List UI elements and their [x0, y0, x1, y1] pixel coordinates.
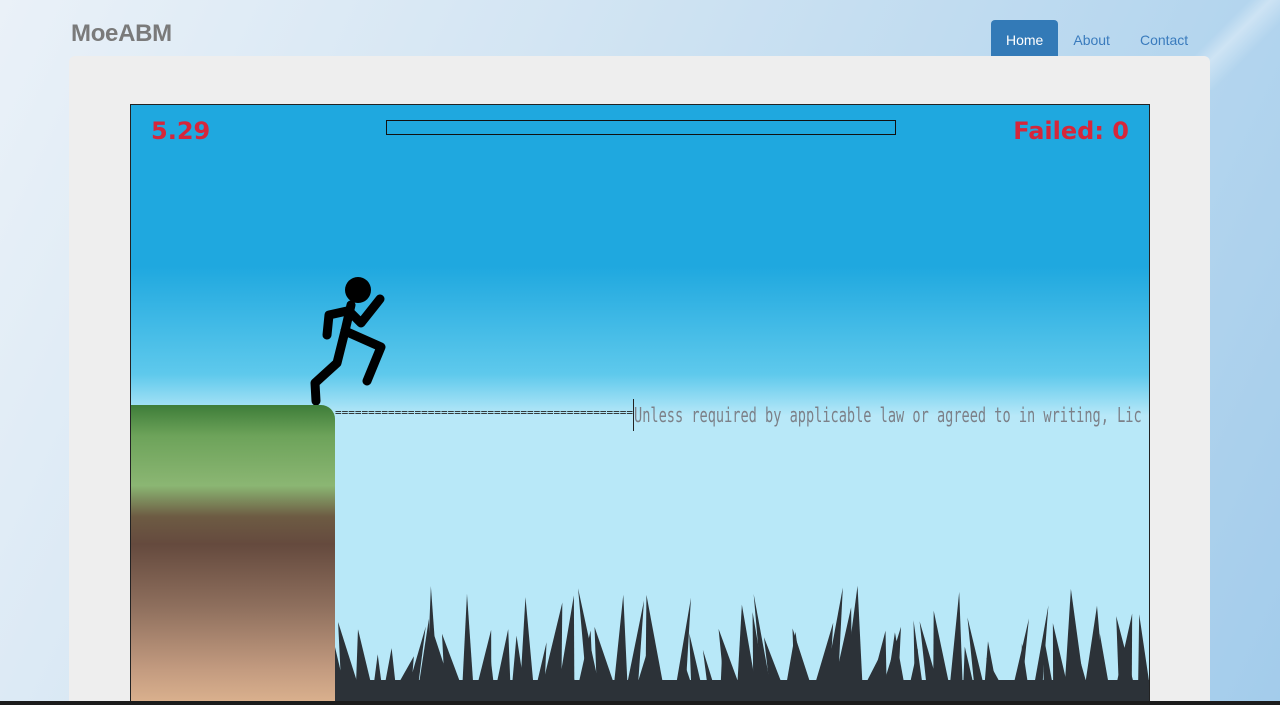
- nav-contact[interactable]: Contact: [1125, 20, 1203, 60]
- failed-counter: Failed: 0: [1013, 117, 1129, 145]
- brand-logo[interactable]: MoeABM: [71, 20, 172, 48]
- progress-bar: [386, 120, 896, 135]
- timer-readout: 5.29: [151, 117, 211, 145]
- top-nav: Home About Contact: [991, 20, 1203, 60]
- cliff-platform: [131, 405, 335, 703]
- nav-home[interactable]: Home: [991, 20, 1059, 60]
- game-canvas[interactable]: 5.29 Failed: 0 =========================…: [130, 104, 1150, 704]
- window-bottom-edge: [0, 701, 1280, 705]
- grass-spikes-icon: [335, 585, 1149, 703]
- typing-prompt: Unless required by applicable law or agr…: [634, 403, 1142, 427]
- stick-figure-runner-icon: [310, 277, 386, 405]
- nav-about[interactable]: About: [1058, 20, 1125, 60]
- rope-bridge: ========================================…: [335, 406, 633, 419]
